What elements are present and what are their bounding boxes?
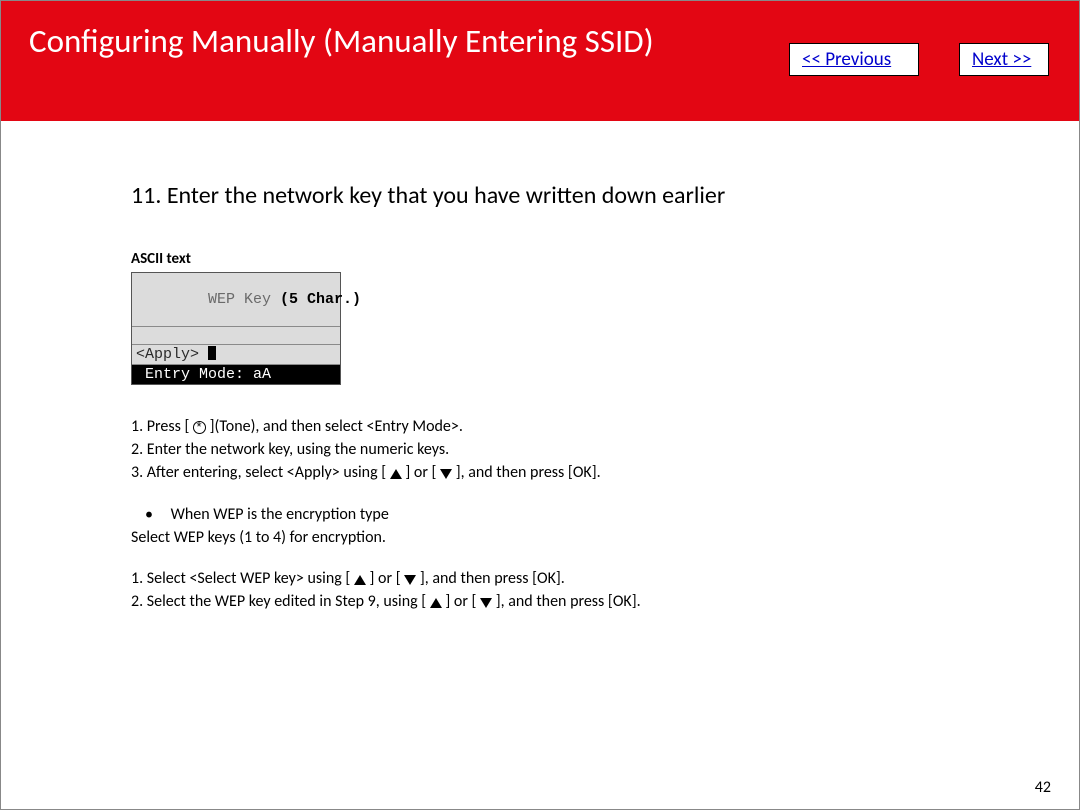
t: ], and then press [OK]. <box>420 569 565 588</box>
lcd-screen: WEP Key (5 Char.) <Apply> Entry Mode: aA <box>131 272 341 385</box>
wep-select-line: Select WEP keys (1 to 4) for encryption. <box>131 526 951 549</box>
lcd-line-1b: (5 Char.) <box>280 291 361 308</box>
step-heading: 11. Enter the network key that you have … <box>131 181 1079 210</box>
down-arrow-icon <box>440 469 452 479</box>
lcd-line-2 <box>132 327 340 345</box>
instruction-line-3: 3. After entering, select <Apply> using … <box>131 461 951 484</box>
step-text: Enter the network key that you have writ… <box>167 181 725 210</box>
down-arrow-icon <box>480 598 492 608</box>
slide: Configuring Manually (Manually Entering … <box>0 0 1080 810</box>
t: ](Tone), and then select <Entry Mode>. <box>210 417 463 436</box>
t: 1. Press [ <box>131 417 193 436</box>
lcd-line-1: WEP Key (5 Char.) <box>132 273 340 327</box>
lcd-line-1a: WEP Key <box>208 291 280 308</box>
instruction-text: 1. Press [ ](Tone), and then select <Ent… <box>131 415 951 613</box>
ascii-text-label: ASCII text <box>131 250 1079 268</box>
up-arrow-icon <box>390 469 402 479</box>
wep-step-1: 1. Select <Select WEP key> using [ ] or … <box>131 567 951 590</box>
instruction-line-2: 2. Enter the network key, using the nume… <box>131 438 951 461</box>
t: When WEP is the encryption type <box>171 505 389 524</box>
wep-bullet-line: • When WEP is the encryption type <box>131 503 951 526</box>
wep-step-2: 2. Select the WEP key edited in Step 9, … <box>131 590 951 613</box>
bullet-icon: • <box>131 503 167 526</box>
previous-link[interactable]: << Previous <box>789 43 919 76</box>
t: 2. Select the WEP key edited in Step 9, … <box>131 592 430 611</box>
tone-icon <box>193 421 206 434</box>
step-number: 11. <box>131 181 161 210</box>
t: 1. Select <Select WEP key> using [ <box>131 569 354 588</box>
next-link[interactable]: Next >> <box>959 43 1049 76</box>
up-arrow-icon <box>354 575 366 585</box>
content-area: 11. Enter the network key that you have … <box>1 121 1079 613</box>
instruction-line-1: 1. Press [ ](Tone), and then select <Ent… <box>131 415 951 438</box>
up-arrow-icon <box>430 598 442 608</box>
header-bar: Configuring Manually (Manually Entering … <box>1 1 1079 121</box>
down-arrow-icon <box>404 575 416 585</box>
t: 3. After entering, select <Apply> using … <box>131 463 390 482</box>
t: ], and then press [OK]. <box>496 592 641 611</box>
t: ] or [ <box>445 592 480 611</box>
text-cursor-icon <box>208 346 216 360</box>
t: ] or [ <box>370 569 405 588</box>
t: ], and then press [OK]. <box>456 463 601 482</box>
page-number: 42 <box>1035 778 1051 797</box>
t: ] or [ <box>405 463 440 482</box>
